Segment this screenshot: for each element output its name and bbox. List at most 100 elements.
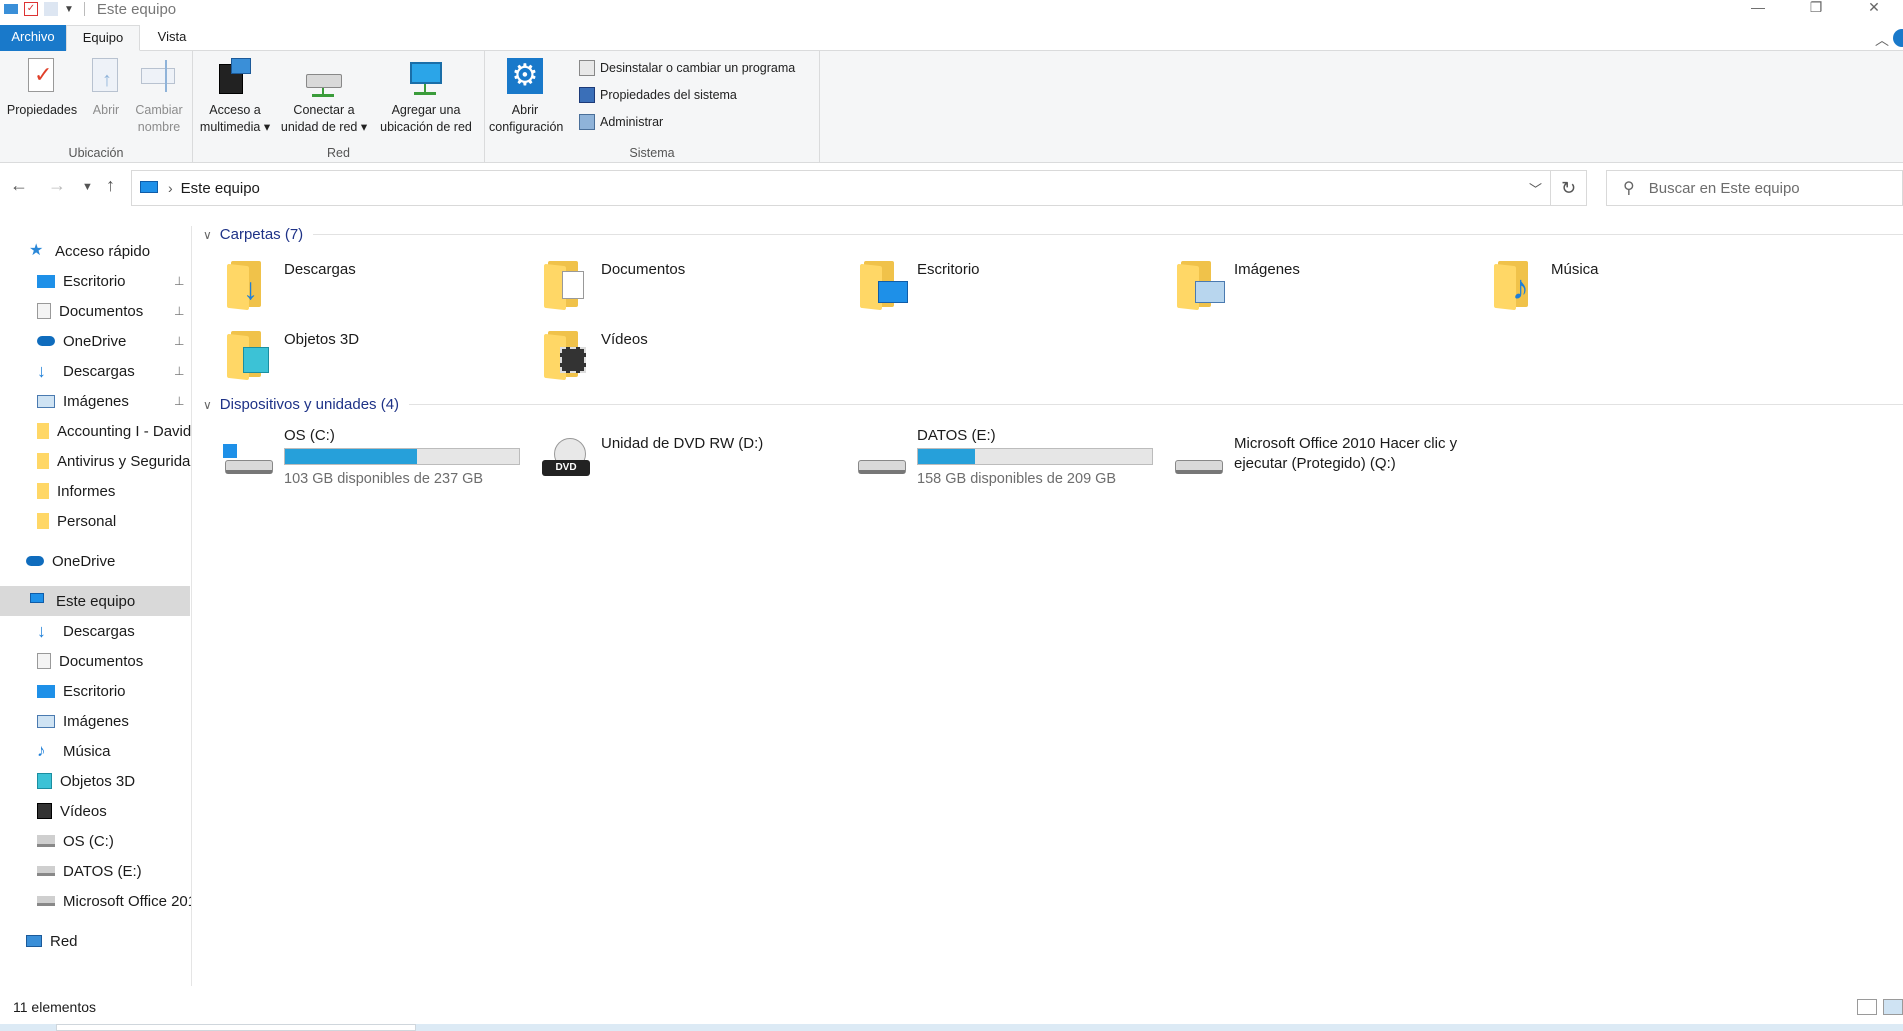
- tab-vista[interactable]: Vista: [140, 25, 204, 51]
- folder-icon: [37, 423, 49, 439]
- sidebar-item-documentos[interactable]: Documentos ⊥: [0, 296, 191, 326]
- sidebar-item-pc-office-q[interactable]: Microsoft Office 2010: [0, 886, 191, 916]
- sidebar-item-personal[interactable]: Personal: [0, 506, 191, 536]
- sidebar-item-informes[interactable]: Informes: [0, 476, 191, 506]
- properties-button[interactable]: ✓ Propiedades: [4, 56, 80, 119]
- details-view-icon[interactable]: [1857, 999, 1877, 1015]
- refresh-button[interactable]: ↻: [1551, 170, 1587, 206]
- collapse-ribbon-chevron-icon[interactable]: ︿: [1875, 30, 1889, 50]
- sidebar-label: Objetos 3D: [60, 772, 136, 790]
- new-folder-icon[interactable]: [44, 2, 58, 16]
- media-access-button[interactable]: Acceso a multimedia ▾: [197, 56, 273, 136]
- ribbon-group-label: Ubicación: [68, 146, 124, 160]
- properties-check-icon[interactable]: ✓: [24, 2, 38, 16]
- section-header-dispositivos[interactable]: ∨ Dispositivos y unidades (4): [203, 396, 1903, 413]
- sidebar-item-antivirus[interactable]: Antivirus y Seguridad: [0, 446, 191, 476]
- open-file-icon: ↑: [86, 56, 126, 98]
- drive-item-dvd-d[interactable]: DVD Unidad de DVD RW (D:): [520, 426, 840, 496]
- folder-item[interactable]: Imágenes: [1153, 257, 1453, 323]
- folder-item[interactable]: ♪ Música: [1470, 257, 1770, 323]
- drive-item-os-c[interactable]: OS (C:) 103 GB disponibles de 237 GB: [203, 426, 523, 496]
- folder-name: Descargas: [284, 261, 356, 278]
- sidebar-item-este-equipo[interactable]: Este equipo: [0, 586, 190, 616]
- navigation-bar: ← → ▼ ↑ › Este equipo ﹀ ↻ ⚲ Buscar en Es…: [0, 170, 1903, 206]
- folder-name: Objetos 3D: [284, 331, 360, 348]
- open-button[interactable]: ↑ Abrir: [84, 56, 128, 119]
- sidebar-item-pc-descargas[interactable]: ↓ Descargas: [0, 616, 191, 646]
- maximize-button[interactable]: ❐: [1787, 0, 1845, 14]
- forward-arrow-icon[interactable]: →: [48, 175, 66, 196]
- uninstall-program-label: Desinstalar o cambiar un programa: [600, 61, 796, 75]
- rename-icon: [139, 56, 179, 98]
- uninstall-program-icon: [579, 60, 595, 76]
- videos-folder-icon: [544, 327, 592, 381]
- folder-item[interactable]: ↓ Descargas: [203, 257, 503, 323]
- back-arrow-icon[interactable]: ←: [10, 175, 28, 196]
- rename-button[interactable]: Cambiar nombre: [130, 56, 188, 136]
- divider: [313, 234, 1903, 235]
- folder-item[interactable]: Vídeos: [520, 327, 820, 393]
- recent-locations-chevron-icon[interactable]: ▼: [82, 181, 93, 193]
- close-button[interactable]: ✕: [1845, 0, 1903, 14]
- pin-icon[interactable]: ⊥: [174, 394, 184, 408]
- sidebar-item-pc-musica[interactable]: ♪ Música: [0, 736, 191, 766]
- large-icons-view-icon[interactable]: [1883, 999, 1903, 1015]
- breadcrumb-chevron-icon[interactable]: ›: [168, 180, 173, 196]
- tab-equipo[interactable]: Equipo: [66, 25, 140, 51]
- pin-icon[interactable]: ⊥: [174, 274, 184, 288]
- collapse-chevron-icon[interactable]: ∨: [203, 228, 212, 242]
- minimize-button[interactable]: —: [1729, 0, 1787, 14]
- manage-button[interactable]: Administrar: [579, 114, 663, 130]
- sidebar-item-accounting[interactable]: Accounting I - David: [0, 416, 191, 446]
- ribbon-group-sistema: ⚙ Abrir configuración Desinstalar o camb…: [485, 51, 820, 163]
- folder-item[interactable]: Objetos 3D: [203, 327, 503, 393]
- system-properties-button[interactable]: Propiedades del sistema: [579, 87, 737, 103]
- sidebar-item-escritorio[interactable]: Escritorio ⊥: [0, 266, 191, 296]
- address-history-chevron-icon[interactable]: ﹀: [1529, 179, 1542, 198]
- sidebar-item-pc-documentos[interactable]: Documentos: [0, 646, 191, 676]
- sidebar-item-pc-videos[interactable]: Vídeos: [0, 796, 191, 826]
- drive-item-office-q[interactable]: Microsoft Office 2010 Hacer clic y ejecu…: [1153, 426, 1473, 496]
- section-header-carpetas[interactable]: ∨ Carpetas (7): [203, 226, 1903, 243]
- pin-icon[interactable]: ⊥: [174, 304, 184, 318]
- pin-icon[interactable]: ⊥: [174, 364, 184, 378]
- properties-icon: ✓: [22, 56, 62, 98]
- sidebar-item-quick-access[interactable]: ★ Acceso rápido: [0, 236, 191, 266]
- documents-folder-icon: [544, 257, 592, 311]
- sidebar-item-red[interactable]: Red: [0, 926, 191, 956]
- collapse-chevron-icon[interactable]: ∨: [203, 398, 212, 412]
- sidebar-item-descargas[interactable]: ↓ Descargas ⊥: [0, 356, 191, 386]
- sidebar-item-pc-objetos-3d[interactable]: Objetos 3D: [0, 766, 191, 796]
- separator: [83, 2, 85, 16]
- sidebar-item-pc-escritorio[interactable]: Escritorio: [0, 676, 191, 706]
- folder-name: Imágenes: [1234, 261, 1300, 278]
- up-arrow-icon[interactable]: ↑: [106, 175, 115, 196]
- sidebar-item-pc-imagenes[interactable]: Imágenes: [0, 706, 191, 736]
- sidebar-label: Informes: [57, 482, 116, 500]
- search-box[interactable]: ⚲ Buscar en Este equipo: [1606, 170, 1903, 206]
- media-server-icon: [215, 56, 255, 98]
- pin-icon[interactable]: ⊥: [174, 334, 184, 348]
- uninstall-program-button[interactable]: Desinstalar o cambiar un programa: [579, 60, 795, 76]
- sidebar-item-pc-datos-e[interactable]: DATOS (E:): [0, 856, 191, 886]
- breadcrumb-este-equipo[interactable]: Este equipo: [181, 180, 260, 197]
- drive-item-datos-e[interactable]: DATOS (E:) 158 GB disponibles de 209 GB: [836, 426, 1156, 496]
- sidebar-item-onedrive[interactable]: OneDrive: [0, 546, 191, 576]
- map-network-drive-button[interactable]: Conectar a unidad de red ▾: [277, 56, 371, 136]
- customize-qat-chevron-icon[interactable]: ▼: [64, 4, 74, 15]
- folder-item[interactable]: Documentos: [520, 257, 820, 323]
- address-bar[interactable]: › Este equipo ﹀: [131, 170, 1551, 206]
- add-network-location-button[interactable]: Agregar una ubicación de red: [373, 56, 479, 136]
- quick-access-toolbar: ✓ ▼: [0, 2, 89, 16]
- open-settings-button[interactable]: ⚙ Abrir configuración: [489, 56, 563, 136]
- this-pc-icon: [4, 4, 18, 14]
- sidebar-label: OS (C:): [63, 832, 114, 850]
- sidebar-item-pc-os-c[interactable]: OS (C:): [0, 826, 191, 856]
- this-pc-icon: [140, 181, 160, 195]
- sidebar-item-imagenes[interactable]: Imágenes ⊥: [0, 386, 191, 416]
- drive-usage-bar: [284, 448, 520, 465]
- folder-item[interactable]: Escritorio: [836, 257, 1136, 323]
- sidebar-label: Imágenes: [63, 392, 129, 410]
- sidebar-item-onedrive-quick[interactable]: OneDrive ⊥: [0, 326, 191, 356]
- tab-archivo[interactable]: Archivo: [0, 25, 66, 51]
